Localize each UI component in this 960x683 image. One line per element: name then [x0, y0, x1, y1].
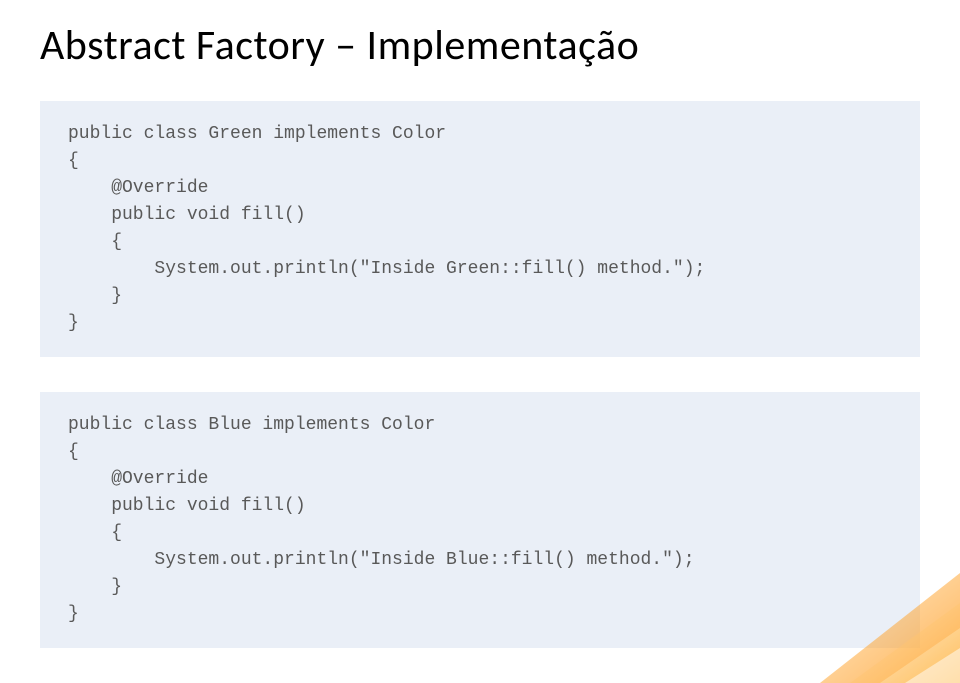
code-line: public void fill() [68, 496, 306, 516]
code-line: } [68, 313, 79, 333]
code-line: } [68, 286, 122, 306]
code-line: @Override [68, 469, 208, 489]
code-line: } [68, 577, 122, 597]
slide-title: Abstract Factory – Implementação [0, 0, 960, 81]
code-line: System.out.println("Inside Blue::fill() … [68, 550, 695, 570]
code-line: { [68, 151, 79, 171]
code-line: { [68, 442, 79, 462]
code-line: { [68, 523, 122, 543]
code-block-green: public class Green implements Color { @O… [40, 101, 920, 357]
code-line: } [68, 604, 79, 624]
code-line: public void fill() [68, 205, 306, 225]
code-line: @Override [68, 178, 208, 198]
code-line: System.out.println("Inside Green::fill()… [68, 259, 705, 279]
code-block-blue: public class Blue implements Color { @Ov… [40, 392, 920, 648]
code-line: { [68, 232, 122, 252]
code-line: public class Green implements Color [68, 124, 446, 144]
code-line: public class Blue implements Color [68, 415, 435, 435]
